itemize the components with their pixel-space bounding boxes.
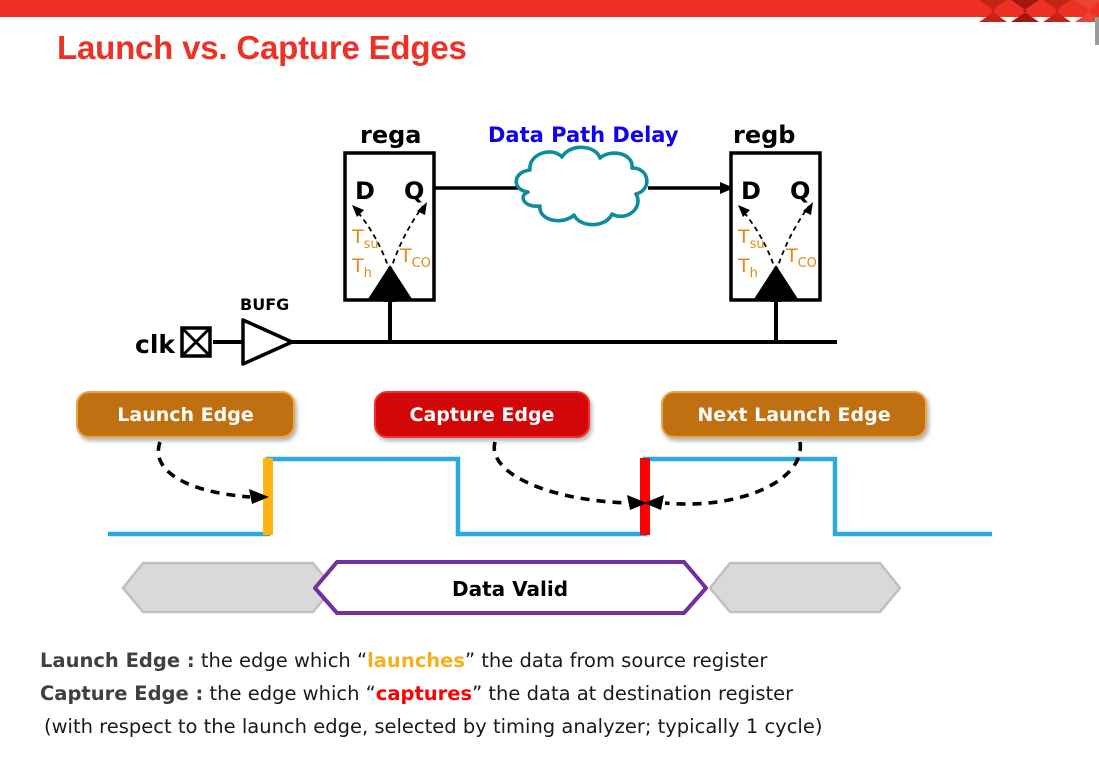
rega-label: rega: [360, 121, 422, 149]
bufg-label: BUFG: [240, 295, 289, 314]
capture-edge-definition-line: Capture Edge : the edge which “captures”…: [40, 677, 1080, 710]
capture-edge-note-line: (with respect to the launch edge, select…: [44, 715, 823, 738]
rega-pin-d: D: [355, 177, 375, 205]
captures-highlight: captures: [375, 682, 473, 705]
data-path-delay-label: Data Path Delay: [488, 123, 679, 147]
next-launch-edge-pill[interactable]: Next Launch Edge: [661, 391, 927, 438]
regb-pin-d: D: [741, 177, 761, 205]
regb-label: regb: [733, 121, 795, 149]
data-bus-idle-left: [121, 561, 335, 614]
data-bus-idle-right: [708, 561, 902, 614]
capture-edge-marker: [640, 458, 650, 535]
capture-edge-pill-label: Capture Edge: [409, 403, 555, 426]
rega-pin-q: Q: [404, 177, 424, 205]
launch-definition-b: ” the data from source register: [464, 649, 768, 672]
next-launch-callout-arrow: [664, 441, 803, 506]
launch-callout-arrow: [156, 441, 251, 499]
clk-label: clk: [135, 330, 176, 359]
launch-definition-a: the edge which “: [194, 649, 368, 672]
data-valid-label: Data Valid: [452, 577, 568, 601]
clock-waveform: [108, 456, 992, 537]
capture-definition-lead: Capture Edge :: [40, 682, 204, 705]
capture-edge-pill[interactable]: Capture Edge: [374, 391, 590, 438]
launch-definition-lead: Launch Edge :: [40, 649, 195, 672]
clock-distribution-net: [213, 300, 837, 344]
launch-edge-pill[interactable]: Launch Edge: [76, 391, 295, 438]
regb-pin-q: Q: [790, 177, 810, 205]
launches-highlight: launches: [367, 649, 465, 672]
launch-edge-definition-line: Launch Edge : the edge which “launches” …: [40, 644, 1080, 677]
launch-edge-pill-label: Launch Edge: [117, 403, 254, 426]
capture-definition-b: ” the data at destination register: [472, 682, 794, 705]
capture-callout-arrow: [492, 441, 629, 505]
clk-pad-icon: [180, 326, 212, 358]
data-path-cloud-icon: [514, 145, 649, 227]
bufg-triangle-icon: [241, 318, 294, 366]
next-launch-edge-pill-label: Next Launch Edge: [697, 403, 891, 426]
capture-definition-a: the edge which “: [203, 682, 376, 705]
explanatory-text-block: Launch Edge : the edge which “launches” …: [40, 644, 1080, 743]
